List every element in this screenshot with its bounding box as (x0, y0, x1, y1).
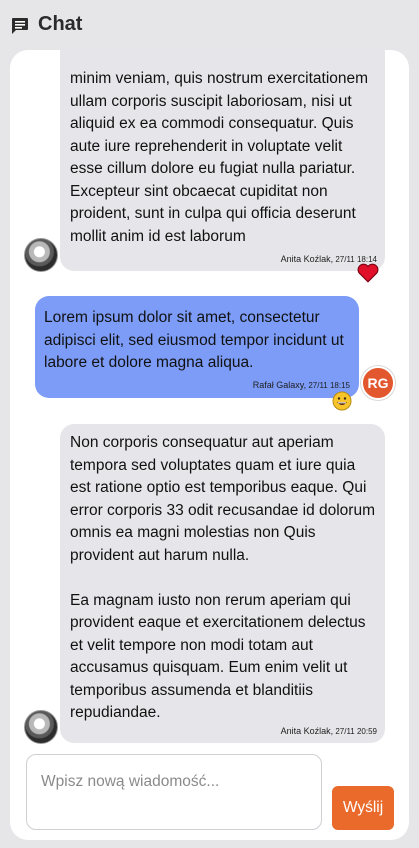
message-text: Lorem ipsum dolor sit amet, consectetur … (44, 309, 344, 371)
message-timestamp: 27/11 18:15 (308, 381, 350, 390)
message-meta: Rafał Galaxy, 27/11 18:15 (210, 380, 350, 390)
message-author: Anita Koźlak, (280, 254, 334, 264)
page-title: Chat (38, 13, 83, 35)
message-meta: Anita Koźlak, 27/11 20:59 (242, 726, 377, 736)
message-text: minim veniam, quis nostrum exercitatione… (70, 70, 369, 245)
send-button[interactable]: Wyślij (332, 786, 394, 830)
heart-icon[interactable] (357, 263, 379, 283)
avatar-initials: RG (367, 375, 389, 391)
message-timestamp: 27/11 20:59 (335, 727, 377, 736)
message-bubble-incoming: Non corporis consequatur aut aperiam tem… (60, 424, 385, 743)
grinning-face-icon[interactable] (332, 391, 352, 411)
chat-header: Chat (10, 13, 82, 36)
message-input[interactable] (27, 755, 321, 829)
message-bubble-incoming: minim veniam, quis nostrum exercitatione… (60, 50, 385, 271)
avatar[interactable] (24, 710, 58, 744)
chat-bubble-icon (12, 17, 28, 34)
avatar[interactable]: RG (361, 366, 395, 400)
message-input-wrapper (26, 754, 322, 830)
chat-panel: minim veniam, quis nostrum exercitatione… (10, 50, 409, 840)
message-author: Anita Koźlak, (280, 726, 334, 736)
message-text: Non corporis consequatur aut aperiam tem… (70, 434, 375, 721)
avatar[interactable] (24, 238, 58, 272)
message-author: Rafał Galaxy, (252, 380, 307, 390)
